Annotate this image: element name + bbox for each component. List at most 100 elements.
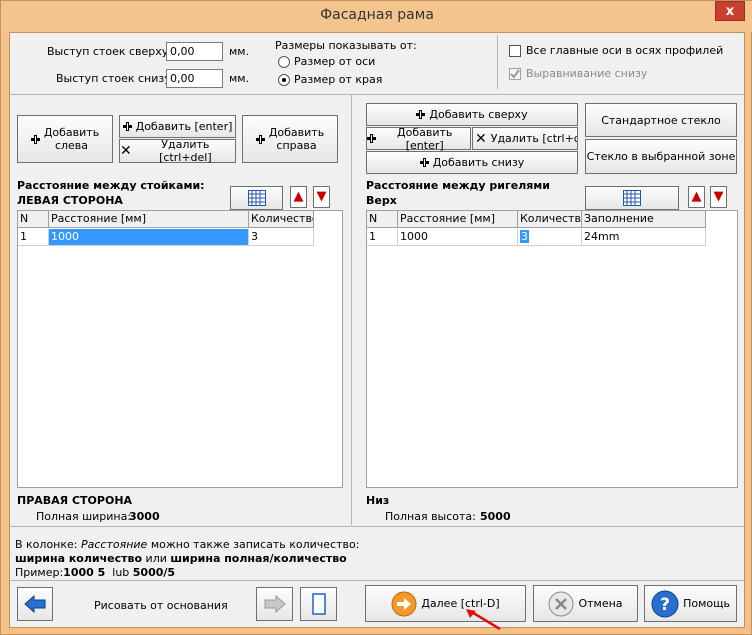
cancel-button[interactable]: Отмена [533, 585, 638, 622]
col-header-n[interactable]: N [18, 211, 49, 228]
add-left-label: Добавить слева [43, 126, 100, 152]
count-input-selected[interactable]: 3 [520, 230, 529, 243]
table-grid-icon [247, 190, 266, 206]
next-arrow-icon [391, 591, 417, 616]
title-bar[interactable]: Фасадная рама x [1, 1, 752, 32]
left-side-label: ЛЕВАЯ СТОРОНА [17, 194, 123, 207]
window: Фасадная рама x Выступ стоек сверху: 0,0… [0, 0, 752, 635]
client-area: Выступ стоек сверху: 0,00 мм. Выступ сто… [9, 32, 745, 631]
hint-line-2: ширина количество или ширина полная/коли… [15, 552, 347, 565]
add-top-label: Добавить сверху [429, 108, 528, 121]
mullion-table[interactable]: N Расстояние [мм] Количество 1 1000 3 [17, 210, 343, 488]
grid-view-button-left[interactable] [230, 186, 283, 210]
cancel-icon [548, 591, 574, 616]
overhang-top-label: Выступ стоек сверху: [47, 45, 172, 58]
window-title: Фасадная рама [320, 7, 434, 23]
table-row-n[interactable]: 1 [367, 229, 398, 246]
total-height-value: 5000 [480, 510, 511, 523]
table-row-count[interactable]: 3 [249, 229, 314, 246]
hint-line-3: Пример:1000 5 lub 5000/5 [15, 566, 175, 579]
grid-view-button-right[interactable] [585, 186, 679, 210]
glass-in-zone-label: Стекло в выбранной зоне [586, 150, 736, 163]
hint-text: или [142, 552, 171, 565]
add-enter-left-button[interactable]: Добавить [enter] [119, 115, 236, 138]
add-right-button[interactable]: Добавить справа [242, 115, 338, 163]
overhang-bottom-label: Выступ стоек снизу: [56, 72, 175, 85]
table-row-distance[interactable]: 1000 [49, 229, 249, 246]
check-icon [510, 69, 520, 79]
hint-bold: 5000/5 [132, 566, 176, 579]
mullion-distance-title: Расстояние между стойками: [17, 179, 205, 192]
overhang-bottom-input[interactable]: 0,00 [166, 69, 223, 88]
col-header-distance[interactable]: Расстояние [мм] [398, 211, 518, 228]
add-right-label: Добавить справа [268, 126, 325, 152]
hint-divider [10, 526, 744, 527]
move-down-button-right[interactable]: ▼ [710, 186, 727, 208]
table-grid-icon [623, 190, 641, 206]
table-row-filling[interactable]: 24mm [582, 229, 706, 246]
hint-text: можно также записать количество: [147, 538, 360, 551]
hint-bold: ширина полная/количество [170, 552, 347, 565]
radio-axis-label: Размер от оси [294, 55, 376, 68]
table-row-distance[interactable]: 1000 [398, 229, 518, 246]
top-divider [497, 35, 498, 89]
hint-text: lub [105, 566, 133, 579]
back-button[interactable] [17, 587, 53, 621]
hint-text: Пример: [15, 566, 64, 579]
arrow-up-icon: ▲ [691, 189, 702, 204]
radio-size-edge[interactable]: Размер от края [278, 73, 382, 86]
section-divider [10, 94, 744, 95]
add-top-button[interactable]: Добавить сверху [366, 103, 578, 126]
delete-x-icon: ✕ [120, 143, 132, 159]
hint-bold: 1000 5 [63, 566, 106, 579]
move-up-button-right[interactable]: ▲ [688, 186, 705, 208]
add-bottom-label: Добавить снизу [432, 156, 525, 169]
delete-x-icon: ✕ [475, 130, 487, 147]
cancel-label: Отмена [578, 597, 623, 610]
hint-emphasis: Расстояние [80, 538, 148, 551]
col-header-distance[interactable]: Расстояние [мм] [49, 211, 249, 228]
total-height-label: Полная высота: [385, 510, 476, 523]
svg-text:?: ? [660, 595, 670, 615]
move-down-button-left[interactable]: ▼ [313, 186, 330, 208]
total-width-value: 3000 [129, 510, 160, 523]
standard-glass-label: Стандартное стекло [601, 113, 721, 127]
col-header-count[interactable]: Количество [518, 211, 582, 228]
footer-divider [10, 580, 744, 581]
radio-edge-icon[interactable] [278, 74, 290, 86]
add-enter-right-button[interactable]: Добавить [enter] [366, 126, 471, 152]
main-axes-label: Все главные оси в осях профилей [526, 44, 724, 57]
standard-glass-button[interactable]: Стандартное стекло [585, 103, 737, 137]
delete-right-button[interactable]: ✕ Удалить [ctrl+del [472, 127, 578, 150]
radio-size-axis[interactable]: Размер от оси [278, 55, 375, 68]
radio-axis-icon[interactable] [278, 56, 290, 68]
bottom-side-label: Низ [366, 494, 390, 507]
delete-right-label: Удалить [ctrl+del [490, 132, 577, 145]
draw-mode-button[interactable] [300, 587, 337, 621]
table-row-count[interactable]: 3 [518, 229, 582, 246]
forward-button[interactable] [256, 587, 293, 621]
plus-icon [122, 122, 132, 131]
transom-table[interactable]: N Расстояние [мм] Количество Заполнение … [366, 210, 738, 488]
add-bottom-button[interactable]: Добавить снизу [366, 151, 578, 174]
main-axes-checkbox[interactable] [509, 45, 521, 57]
glass-in-zone-button[interactable]: Стекло в выбранной зоне [585, 139, 737, 174]
move-up-button-left[interactable]: ▲ [290, 186, 307, 208]
close-button[interactable]: x [715, 1, 745, 21]
align-bottom-checkbox[interactable] [509, 68, 521, 80]
delete-left-button[interactable]: ✕ Удалить [ctrl+del] [119, 138, 236, 164]
overhang-top-input[interactable]: 0,00 [166, 42, 223, 61]
table-row-n[interactable]: 1 [18, 229, 49, 246]
col-header-n[interactable]: N [367, 211, 398, 228]
overhang-bottom-unit: мм. [229, 72, 250, 85]
col-header-filling[interactable]: Заполнение [582, 211, 706, 228]
hint-bold: ширина количество [15, 552, 143, 565]
align-bottom-label: Выравнивание снизу [526, 67, 648, 80]
help-button[interactable]: ? Помощь [644, 585, 737, 622]
total-width-label: Полная ширина: [36, 510, 132, 523]
top-side-label: Верх [366, 194, 397, 207]
plus-icon [419, 158, 429, 167]
add-left-button[interactable]: Добавить слева [17, 115, 113, 163]
arrow-up-icon: ▲ [293, 189, 304, 204]
col-header-count[interactable]: Количество [249, 211, 314, 228]
